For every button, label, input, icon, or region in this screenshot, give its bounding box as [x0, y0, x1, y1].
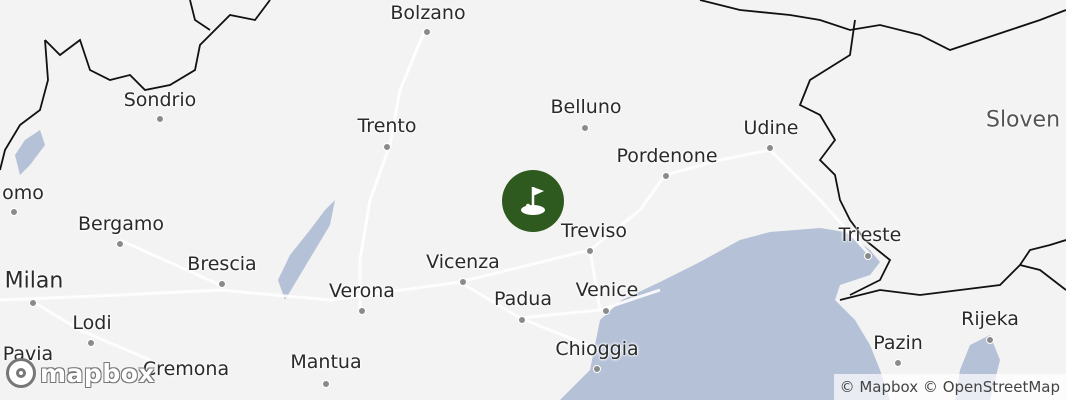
- city-label-chioggia: Chioggia: [555, 338, 639, 360]
- city-dot-vicenza: [459, 278, 467, 286]
- lake-garda: [278, 200, 335, 300]
- city-label-venice: Venice: [575, 279, 639, 301]
- city-label-verona: Verona: [329, 280, 395, 302]
- city-dot-brescia: [218, 280, 226, 288]
- city-label-vicenza: Vicenza: [426, 251, 500, 273]
- border-austria-italy: [699, 0, 1066, 51]
- mapbox-logo[interactable]: mapbox: [6, 358, 155, 388]
- attribution-osm-link[interactable]: © OpenStreetMap: [923, 378, 1060, 396]
- city-dot-padua: [518, 316, 526, 324]
- city-label-pazin: Pazin: [873, 332, 923, 354]
- golf-location-marker[interactable]: [502, 170, 564, 232]
- city-label-belluno: Belluno: [550, 96, 622, 118]
- city-label-como: omo: [2, 182, 44, 204]
- city-label-mantua: Mantua: [290, 351, 362, 373]
- city-dot-pazin: [894, 359, 902, 367]
- city-dot-bolzano: [423, 28, 431, 36]
- golf-flag-icon: [521, 187, 545, 215]
- country-label-slovenia: Sloven: [985, 107, 1061, 133]
- city-label-trieste: Trieste: [838, 224, 902, 246]
- city-label-bergamo: Bergamo: [77, 213, 165, 235]
- city-dot-venice: [602, 307, 610, 315]
- city-label-sondrio: Sondrio: [123, 89, 197, 111]
- attribution-mapbox-link[interactable]: © Mapbox: [840, 378, 919, 396]
- city-label-padua: Padua: [494, 288, 552, 310]
- city-label-pordenone: Pordenone: [616, 145, 718, 167]
- city-label-bolzano: Bolzano: [390, 2, 466, 24]
- city-label-udine: Udine: [743, 117, 799, 139]
- city-dot-como: [10, 208, 18, 216]
- city-label-rijeka: Rijeka: [961, 308, 1019, 330]
- city-label-trento: Trento: [357, 115, 417, 137]
- city-dot-chioggia: [593, 365, 601, 373]
- city-dot-treviso: [586, 247, 594, 255]
- mapbox-logo-text: mapbox: [40, 358, 156, 388]
- city-dot-rijeka: [986, 336, 994, 344]
- city-dot-mantua: [322, 380, 330, 388]
- city-dot-milan: [29, 299, 37, 307]
- map-attribution: © Mapbox © OpenStreetMap: [833, 374, 1066, 400]
- city-label-brescia: Brescia: [187, 253, 257, 275]
- map-canvas[interactable]: Bolzano Sondrio Trento Belluno Udine Slo…: [0, 0, 1066, 400]
- border-north-west: [44, 0, 271, 91]
- city-label-treviso: Treviso: [561, 220, 627, 242]
- city-label-lodi: Lodi: [72, 312, 112, 334]
- city-dot-trieste: [864, 252, 872, 260]
- city-label-cremona: Cremona: [142, 358, 230, 380]
- city-dot-verona: [358, 307, 366, 315]
- city-dot-pordenone: [662, 172, 670, 180]
- mapbox-logo-icon: [6, 358, 36, 388]
- city-dot-bergamo: [116, 240, 124, 248]
- city-dot-sondrio: [156, 115, 164, 123]
- city-dot-belluno: [581, 124, 589, 132]
- city-dot-lodi: [87, 339, 95, 347]
- lake-como: [15, 130, 45, 175]
- city-label-milan: Milan: [4, 268, 64, 294]
- city-dot-trento: [383, 143, 391, 151]
- city-dot-udine: [766, 144, 774, 152]
